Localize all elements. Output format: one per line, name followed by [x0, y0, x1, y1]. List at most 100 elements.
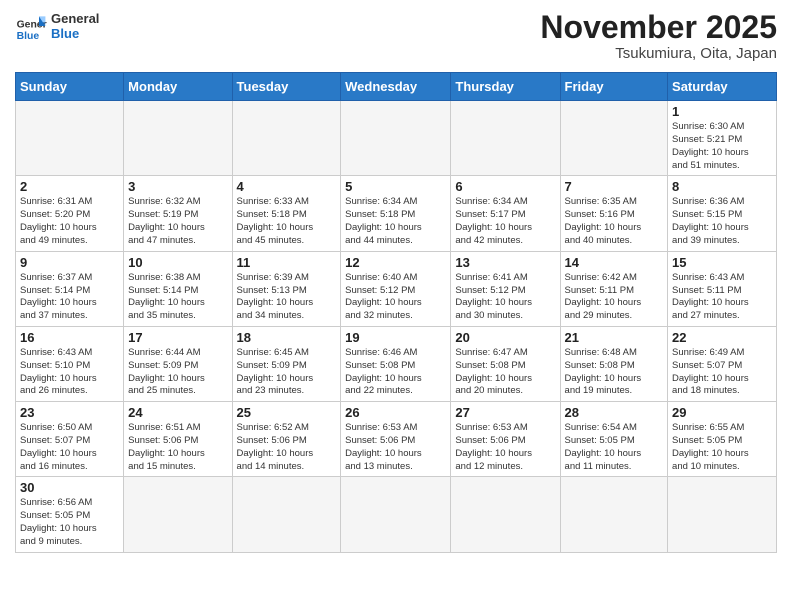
calendar-cell	[232, 101, 341, 176]
title-block: November 2025 Tsukumiura, Oita, Japan	[540, 10, 777, 62]
calendar-cell: 13 Sunrise: 6:41 AM Sunset: 5:12 PM Dayli…	[451, 251, 560, 326]
day-number: 23	[20, 405, 119, 420]
calendar-week-row: 23 Sunrise: 6:50 AM Sunset: 5:07 PM Dayli…	[16, 402, 777, 477]
weekday-header-wednesday: Wednesday	[341, 73, 451, 101]
logo-blue-text: Blue	[51, 26, 99, 41]
calendar-cell: 20 Sunrise: 6:47 AM Sunset: 5:08 PM Dayli…	[451, 326, 560, 401]
day-number: 17	[128, 330, 227, 345]
day-info: Sunrise: 6:50 AM Sunset: 5:07 PM Dayligh…	[20, 422, 119, 473]
day-number: 3	[128, 179, 227, 194]
weekday-header-friday: Friday	[560, 73, 668, 101]
calendar-cell: 21 Sunrise: 6:48 AM Sunset: 5:08 PM Dayli…	[560, 326, 668, 401]
day-info: Sunrise: 6:45 AM Sunset: 5:09 PM Dayligh…	[237, 347, 337, 398]
day-info: Sunrise: 6:54 AM Sunset: 5:05 PM Dayligh…	[565, 422, 664, 473]
day-info: Sunrise: 6:41 AM Sunset: 5:12 PM Dayligh…	[455, 272, 555, 323]
day-info: Sunrise: 6:32 AM Sunset: 5:19 PM Dayligh…	[128, 196, 227, 247]
calendar-week-row: 16 Sunrise: 6:43 AM Sunset: 5:10 PM Dayli…	[16, 326, 777, 401]
day-info: Sunrise: 6:34 AM Sunset: 5:17 PM Dayligh…	[455, 196, 555, 247]
weekday-header-monday: Monday	[124, 73, 232, 101]
calendar-cell: 29 Sunrise: 6:55 AM Sunset: 5:05 PM Dayli…	[668, 402, 777, 477]
calendar-cell: 5Sunrise: 6:34 AM Sunset: 5:18 PM Daylig…	[341, 176, 451, 251]
svg-text:Blue: Blue	[17, 31, 40, 42]
day-info: Sunrise: 6:40 AM Sunset: 5:12 PM Dayligh…	[345, 272, 446, 323]
day-info: Sunrise: 6:42 AM Sunset: 5:11 PM Dayligh…	[565, 272, 664, 323]
day-info: Sunrise: 6:31 AM Sunset: 5:20 PM Dayligh…	[20, 196, 119, 247]
day-info: Sunrise: 6:35 AM Sunset: 5:16 PM Dayligh…	[565, 196, 664, 247]
day-info: Sunrise: 6:53 AM Sunset: 5:06 PM Dayligh…	[345, 422, 446, 473]
day-number: 12	[345, 255, 446, 270]
page: General Blue General Blue November 2025 …	[0, 0, 792, 612]
header: General Blue General Blue November 2025 …	[15, 10, 777, 62]
day-number: 21	[565, 330, 664, 345]
calendar-cell: 16 Sunrise: 6:43 AM Sunset: 5:10 PM Dayli…	[16, 326, 124, 401]
calendar-cell: 2 Sunrise: 6:31 AM Sunset: 5:20 PM Daylig…	[16, 176, 124, 251]
day-number: 10	[128, 255, 227, 270]
day-info: Sunrise: 6:52 AM Sunset: 5:06 PM Dayligh…	[237, 422, 337, 473]
calendar-cell	[451, 101, 560, 176]
calendar-table: SundayMondayTuesdayWednesdayThursdayFrid…	[15, 72, 777, 553]
day-number: 24	[128, 405, 227, 420]
day-info: Sunrise: 6:47 AM Sunset: 5:08 PM Dayligh…	[455, 347, 555, 398]
day-info: Sunrise: 6:51 AM Sunset: 5:06 PM Dayligh…	[128, 422, 227, 473]
day-number: 26	[345, 405, 446, 420]
calendar-cell: 1 Sunrise: 6:30 AM Sunset: 5:21 PM Daylig…	[668, 101, 777, 176]
day-info: Sunrise: 6:44 AM Sunset: 5:09 PM Dayligh…	[128, 347, 227, 398]
calendar-cell: 7Sunrise: 6:35 AM Sunset: 5:16 PM Daylig…	[560, 176, 668, 251]
calendar-cell: 19Sunrise: 6:46 AM Sunset: 5:08 PM Dayli…	[341, 326, 451, 401]
day-info: Sunrise: 6:36 AM Sunset: 5:15 PM Dayligh…	[672, 196, 772, 247]
day-number: 1	[672, 104, 772, 119]
calendar-cell: 25 Sunrise: 6:52 AM Sunset: 5:06 PM Dayli…	[232, 402, 341, 477]
weekday-header-thursday: Thursday	[451, 73, 560, 101]
calendar-cell: 27 Sunrise: 6:53 AM Sunset: 5:06 PM Dayli…	[451, 402, 560, 477]
day-number: 6	[455, 179, 555, 194]
day-number: 25	[237, 405, 337, 420]
weekday-header-row: SundayMondayTuesdayWednesdayThursdayFrid…	[16, 73, 777, 101]
calendar-cell: 18Sunrise: 6:45 AM Sunset: 5:09 PM Dayli…	[232, 326, 341, 401]
day-number: 29	[672, 405, 772, 420]
calendar-cell: 6 Sunrise: 6:34 AM Sunset: 5:17 PM Daylig…	[451, 176, 560, 251]
calendar-cell: 24 Sunrise: 6:51 AM Sunset: 5:06 PM Dayli…	[124, 402, 232, 477]
day-number: 14	[565, 255, 664, 270]
day-number: 13	[455, 255, 555, 270]
day-info: Sunrise: 6:43 AM Sunset: 5:11 PM Dayligh…	[672, 272, 772, 323]
day-number: 20	[455, 330, 555, 345]
calendar-cell: 15Sunrise: 6:43 AM Sunset: 5:11 PM Dayli…	[668, 251, 777, 326]
day-number: 8	[672, 179, 772, 194]
weekday-header-sunday: Sunday	[16, 73, 124, 101]
calendar-cell: 28Sunrise: 6:54 AM Sunset: 5:05 PM Dayli…	[560, 402, 668, 477]
calendar-week-row: 2 Sunrise: 6:31 AM Sunset: 5:20 PM Daylig…	[16, 176, 777, 251]
calendar-cell	[124, 101, 232, 176]
day-number: 11	[237, 255, 337, 270]
day-info: Sunrise: 6:55 AM Sunset: 5:05 PM Dayligh…	[672, 422, 772, 473]
day-info: Sunrise: 6:53 AM Sunset: 5:06 PM Dayligh…	[455, 422, 555, 473]
day-number: 2	[20, 179, 119, 194]
calendar-cell	[668, 477, 777, 552]
calendar-cell	[560, 477, 668, 552]
day-number: 16	[20, 330, 119, 345]
day-info: Sunrise: 6:56 AM Sunset: 5:05 PM Dayligh…	[20, 497, 119, 548]
day-info: Sunrise: 6:33 AM Sunset: 5:18 PM Dayligh…	[237, 196, 337, 247]
calendar-cell: 12 Sunrise: 6:40 AM Sunset: 5:12 PM Dayli…	[341, 251, 451, 326]
day-info: Sunrise: 6:46 AM Sunset: 5:08 PM Dayligh…	[345, 347, 446, 398]
logo-icon: General Blue	[15, 10, 47, 42]
calendar-cell: 26 Sunrise: 6:53 AM Sunset: 5:06 PM Dayli…	[341, 402, 451, 477]
logo-general-text: General	[51, 11, 99, 26]
calendar-cell	[124, 477, 232, 552]
calendar-week-row: 1 Sunrise: 6:30 AM Sunset: 5:21 PM Daylig…	[16, 101, 777, 176]
day-info: Sunrise: 6:38 AM Sunset: 5:14 PM Dayligh…	[128, 272, 227, 323]
calendar-cell: 14 Sunrise: 6:42 AM Sunset: 5:11 PM Dayli…	[560, 251, 668, 326]
calendar-cell	[341, 477, 451, 552]
day-number: 27	[455, 405, 555, 420]
calendar-cell: 23 Sunrise: 6:50 AM Sunset: 5:07 PM Dayli…	[16, 402, 124, 477]
calendar-cell: 17 Sunrise: 6:44 AM Sunset: 5:09 PM Dayli…	[124, 326, 232, 401]
calendar-cell: 11Sunrise: 6:39 AM Sunset: 5:13 PM Dayli…	[232, 251, 341, 326]
day-info: Sunrise: 6:43 AM Sunset: 5:10 PM Dayligh…	[20, 347, 119, 398]
calendar-cell: 3 Sunrise: 6:32 AM Sunset: 5:19 PM Daylig…	[124, 176, 232, 251]
weekday-header-saturday: Saturday	[668, 73, 777, 101]
calendar-cell	[341, 101, 451, 176]
location: Tsukumiura, Oita, Japan	[540, 45, 777, 62]
day-info: Sunrise: 6:30 AM Sunset: 5:21 PM Dayligh…	[672, 121, 772, 172]
day-info: Sunrise: 6:48 AM Sunset: 5:08 PM Dayligh…	[565, 347, 664, 398]
calendar-cell: 22Sunrise: 6:49 AM Sunset: 5:07 PM Dayli…	[668, 326, 777, 401]
calendar-cell	[560, 101, 668, 176]
